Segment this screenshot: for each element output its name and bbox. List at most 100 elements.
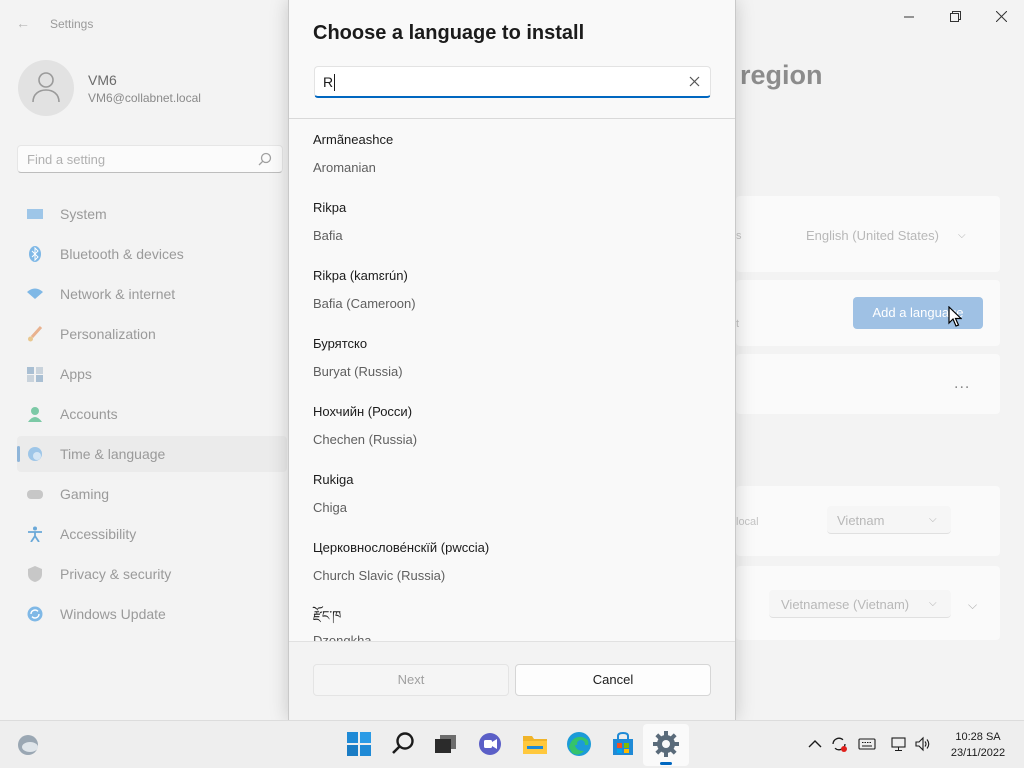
sidebar-item-privacy[interactable]: Privacy & security — [17, 556, 287, 592]
dialog-footer: Next Cancel — [289, 641, 735, 720]
expand-chevron-icon[interactable]: ⌵ — [968, 598, 978, 612]
language-search-field[interactable] — [314, 66, 711, 98]
profile-email: VM6@collabnet.local — [88, 91, 201, 105]
volume-icon[interactable] — [914, 735, 932, 753]
profile-name: VM6 — [88, 72, 117, 88]
language-native-name: Rikpa (kamɛrún) — [313, 268, 408, 283]
regional-format-value: Vietnamese (Vietnam) — [781, 597, 910, 612]
chevron-down-icon: ⌵ — [958, 230, 966, 241]
sidebar-item-label: Bluetooth & devices — [60, 246, 184, 262]
chevron-down-icon: ⌵ — [929, 598, 937, 609]
display-language-label-fragment: s — [736, 230, 742, 242]
language-native-name: Rukiga — [313, 472, 354, 487]
restore-button[interactable] — [932, 6, 978, 28]
shield-icon — [28, 566, 42, 582]
add-language-button[interactable]: Add a language — [853, 297, 983, 329]
display-language-card: s English (United States) ⌵ — [736, 196, 1000, 272]
sidebar-item-personalization[interactable]: Personalization — [17, 316, 287, 352]
language-native-name: Armãneashce — [313, 132, 394, 147]
controller-icon — [27, 490, 43, 499]
language-search-input[interactable] — [323, 72, 673, 92]
sync-icon[interactable] — [830, 735, 848, 753]
list-item[interactable]: Бурятско Buryat (Russia) — [289, 323, 735, 391]
sidebar-item-time-language[interactable]: Time & language — [17, 436, 287, 472]
more-options-button[interactable]: ... — [954, 375, 970, 393]
language-english-name: Buryat (Russia) — [313, 364, 403, 379]
find-setting-input[interactable]: Find a setting — [17, 145, 283, 173]
display-language-dropdown[interactable]: English (United States) — [806, 228, 939, 243]
person-icon — [28, 407, 42, 422]
list-item[interactable]: Церковнослове́нскїй (рwссіа) Church Slav… — [289, 527, 735, 595]
network-icon[interactable] — [890, 735, 908, 753]
list-item[interactable]: Нохчийн (Росси) Chechen (Russia) — [289, 391, 735, 459]
chevron-down-icon: ⌵ — [929, 514, 937, 525]
list-item[interactable]: རྫོང་ཁ Dzongkha — [289, 595, 735, 641]
clear-icon[interactable] — [688, 75, 701, 88]
clock-time[interactable]: 10:28 SA — [948, 731, 1008, 743]
clock-date[interactable]: 23/11/2022 — [940, 747, 1016, 759]
start-icon[interactable] — [346, 731, 372, 757]
sidebar-item-label: Privacy & security — [60, 566, 172, 582]
chat-icon[interactable] — [477, 731, 503, 757]
store-icon[interactable] — [610, 731, 636, 757]
cancel-button[interactable]: Cancel — [515, 664, 711, 696]
text-caret — [334, 74, 335, 91]
wifi-icon — [27, 288, 43, 299]
preferred-languages-label-fragment: t — [736, 318, 740, 330]
sidebar-item-label: Personalization — [60, 326, 156, 342]
task-view-icon[interactable] — [432, 731, 458, 757]
sidebar-item-label: Accessibility — [60, 526, 137, 542]
minimize-icon — [904, 16, 914, 18]
sidebar-item-label: Time & language — [60, 446, 166, 462]
edge-icon[interactable] — [566, 731, 592, 757]
language-native-name: Rikpa — [313, 200, 347, 215]
dialog-title: Choose a language to install — [313, 22, 585, 44]
file-explorer-icon[interactable] — [522, 731, 548, 757]
minimize-button[interactable] — [886, 6, 932, 28]
sidebar-item-label: System — [60, 206, 107, 222]
sidebar-item-gaming[interactable]: Gaming — [17, 476, 287, 512]
sidebar-item-label: Gaming — [60, 486, 110, 502]
weather-icon[interactable] — [16, 733, 40, 757]
person-icon — [32, 72, 60, 103]
sidebar-item-label: Accounts — [60, 406, 118, 422]
settings-icon[interactable] — [653, 731, 679, 757]
sidebar-item-system[interactable]: System — [17, 196, 287, 232]
sidebar-item-apps[interactable]: Apps — [17, 356, 287, 392]
sidebar-item-bluetooth[interactable]: Bluetooth & devices — [17, 236, 287, 272]
regional-format-dropdown[interactable]: Vietnamese (Vietnam) ⌵ — [769, 590, 951, 618]
app-title: Settings — [50, 17, 94, 31]
sidebar-item-network[interactable]: Network & internet — [17, 276, 287, 312]
accessibility-icon — [28, 526, 42, 542]
list-item[interactable]: Armãneashce Aromanian — [289, 119, 735, 187]
list-item[interactable]: Rikpa Bafia — [289, 187, 735, 255]
clock-globe-icon — [28, 447, 42, 461]
search-icon — [258, 152, 272, 166]
search-icon[interactable] — [390, 731, 416, 757]
sidebar-item-accounts[interactable]: Accounts — [17, 396, 287, 432]
next-button[interactable]: Next — [313, 664, 509, 696]
close-button[interactable] — [978, 6, 1024, 28]
language-english-name: Chiga — [313, 500, 347, 515]
sidebar-item-label: Windows Update — [60, 606, 166, 622]
avatar[interactable] — [18, 60, 74, 116]
sidebar-item-windows-update[interactable]: Windows Update — [17, 596, 287, 632]
keyboard-icon[interactable] — [858, 735, 876, 753]
language-native-name: Нохчийн (Росси) — [313, 404, 413, 419]
language-english-name: Dzongkha — [313, 633, 372, 641]
language-list[interactable]: Armãneashce Aromanian Rikpa Bafia Rikpa … — [289, 119, 735, 641]
sidebar-item-accessibility[interactable]: Accessibility — [17, 516, 287, 552]
apps-icon — [27, 367, 43, 382]
region-dropdown[interactable]: Vietnam ⌵ — [827, 506, 951, 534]
find-setting-placeholder: Find a setting — [27, 152, 106, 167]
chevron-up-icon[interactable] — [806, 735, 824, 753]
list-item[interactable]: Rukiga Chiga — [289, 459, 735, 527]
list-item[interactable]: Rikpa (kamɛrún) Bafia (Cameroon) — [289, 255, 735, 323]
sidebar-item-label: Network & internet — [60, 286, 176, 302]
back-button[interactable]: ← — [14, 14, 32, 32]
country-region-label-fragment: local — [736, 516, 759, 528]
brush-icon — [28, 326, 43, 342]
choose-language-dialog: Choose a language to install Armãneashce… — [288, 0, 736, 720]
language-native-name: Бурятско — [313, 336, 368, 351]
language-english-name: Chechen (Russia) — [313, 432, 418, 447]
